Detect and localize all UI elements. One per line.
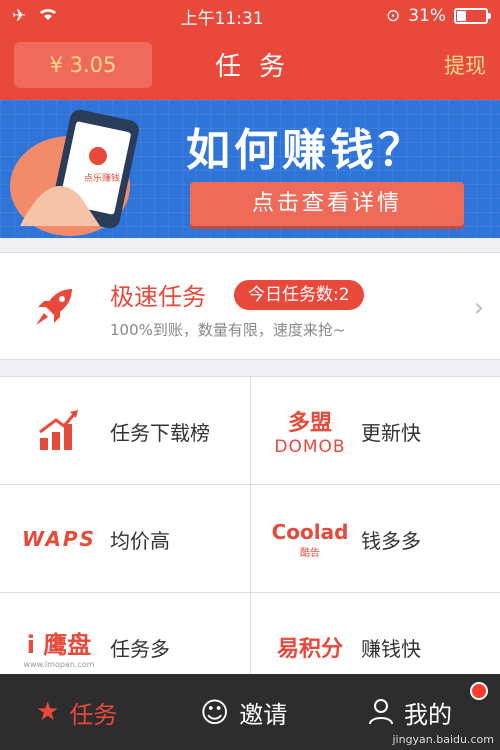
chevron-right-icon: › [473,293,484,323]
rotation-lock-icon: ⊙ [385,6,401,26]
quick-task-title: 极速任务 [110,283,206,311]
smiley-icon: ☺ [200,695,230,729]
wifi-icon [38,6,58,27]
bar-chart-icon [14,377,104,485]
phone-in-hand-icon: 点乐赚钱 [10,109,139,236]
grid-item-label: 均价高 [110,529,170,553]
grid-item-domob[interactable]: 多盟 DOMOB 更新快 [250,377,500,485]
phone-app-text: 点乐赚钱 [84,172,120,184]
grid-item-download-rank[interactable]: 任务下载榜 [0,377,250,485]
star-icon: ★ [36,697,60,727]
grid-item-label: 任务多 [110,637,170,661]
grid-item-label: 更新快 [361,421,421,445]
grid-item-label: 任务下载榜 [110,421,210,445]
view-details-button[interactable]: 点击查看详情 [190,182,464,226]
grid-item-label: 钱多多 [361,529,421,553]
tab-label: 我的 [404,700,452,729]
tab-label: 邀请 [239,700,288,729]
grid-item-waps[interactable]: WAPS 均价高 [0,485,250,593]
nav-bar: ¥ 3.05 任务 提现 [0,32,500,100]
promo-banner[interactable]: 点乐赚钱 如何赚钱？ 点击查看详情 [0,100,500,238]
banner-title: 如何赚钱？ [186,125,426,176]
withdraw-button[interactable]: 提现 [444,50,486,80]
domob-logo: 多盟 DOMOB [274,411,346,457]
top-bar: ✈ 上午11:31 ⊙ 31% ¥ 3.05 任务 提现 [0,0,500,100]
notification-dot [470,682,488,700]
waps-logo: WAPS [22,527,96,551]
coolad-logo: Coolad 酷告 [271,519,349,559]
battery-percent: 31% [408,6,446,26]
battery-icon [453,8,491,24]
task-count-badge: 今日任务数:2 [234,280,364,310]
watermark: jingyan.baidu.com [392,733,494,746]
tab-invite[interactable]: ☺ 邀请 [200,674,287,750]
quick-task-row[interactable]: 极速任务 今日任务数:2 100%到账，数量有限，速度来抢~ › [0,252,500,360]
tab-label: 任务 [69,700,118,729]
status-bar: ✈ 上午11:31 ⊙ 31% [0,0,500,32]
grid-item-label: 赚钱快 [361,637,421,661]
page-title: 任务 [214,52,303,82]
bottom-tab-bar: ★ 任务 ☺ 邀请 我的 jingyan.baidu.com [0,674,500,750]
grid-item-coolad[interactable]: Coolad 酷告 钱多多 [250,485,500,593]
task-provider-grid: 任务下载榜 多盟 DOMOB 更新快 WAPS 均价高 Coolad 酷告 钱多… [0,376,500,701]
airplane-icon: ✈ [12,6,27,26]
quick-task-subtitle: 100%到账，数量有限，速度来抢~ [110,321,346,339]
rocket-icon [36,289,72,325]
tab-task[interactable]: ★ 任务 [36,674,117,750]
status-time: 上午11:31 [180,8,264,29]
user-icon [369,699,393,725]
